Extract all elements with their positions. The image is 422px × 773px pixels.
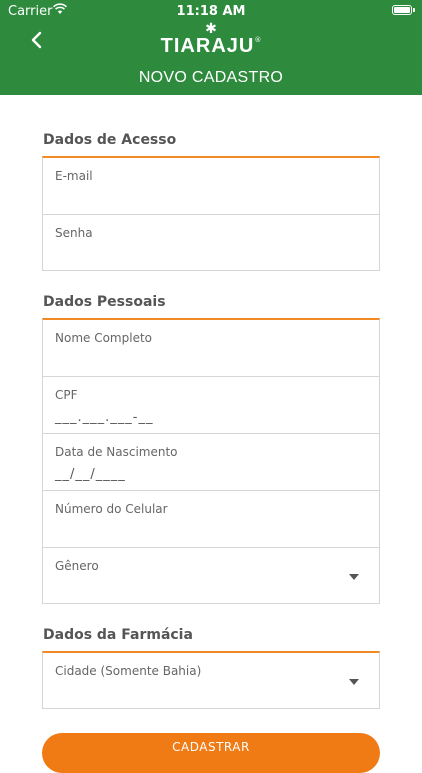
birth-date-field[interactable]: Data de Nascimento __/__/____ bbox=[43, 434, 379, 491]
app-header: Carrier 11:18 AM ✱ TIARAJU® NOVO CADASTR… bbox=[0, 0, 422, 95]
chevron-down-icon bbox=[349, 679, 359, 685]
section-title-personal: Dados Pessoais bbox=[43, 294, 166, 310]
battery-tip bbox=[413, 8, 415, 12]
battery-icon bbox=[392, 5, 412, 15]
brand-logo: ✱ TIARAJU® bbox=[0, 22, 422, 56]
pharmacy-group: Cidade (Somente Bahia) bbox=[42, 651, 380, 709]
birth-date-mask: __/__/____ bbox=[55, 467, 126, 482]
section-title-pharmacy: Dados da Farmácia bbox=[43, 627, 193, 643]
full-name-label: Nome Completo bbox=[55, 331, 152, 345]
status-bar: Carrier 11:18 AM bbox=[0, 0, 422, 22]
email-field[interactable]: E-mail bbox=[43, 158, 379, 215]
city-label: Cidade (Somente Bahia) bbox=[55, 664, 202, 678]
page-title: NOVO CADASTRO bbox=[138, 69, 284, 86]
gender-label: Gênero bbox=[55, 559, 99, 573]
submit-button[interactable]: CADASTRAR bbox=[42, 733, 380, 773]
registered-mark: ® bbox=[254, 36, 262, 44]
section-title-access: Dados de Acesso bbox=[43, 132, 177, 148]
leaf-icon: ✱ bbox=[205, 21, 217, 37]
password-field[interactable]: Senha bbox=[43, 215, 379, 272]
clock: 11:18 AM bbox=[176, 4, 246, 19]
cpf-field[interactable]: CPF ___.___.___-__ bbox=[43, 377, 379, 434]
city-select[interactable]: Cidade (Somente Bahia) bbox=[43, 653, 379, 710]
gender-select[interactable]: Gênero bbox=[43, 548, 379, 605]
access-group: E-mail Senha bbox=[42, 156, 380, 271]
chevron-down-icon bbox=[349, 574, 359, 580]
cpf-label: CPF bbox=[55, 388, 78, 402]
cpf-mask: ___.___.___-__ bbox=[55, 410, 154, 425]
password-label: Senha bbox=[55, 226, 93, 240]
email-label: E-mail bbox=[55, 169, 93, 183]
phone-label: Número do Celular bbox=[55, 502, 168, 516]
personal-group: Nome Completo CPF ___.___.___-__ Data de… bbox=[42, 318, 380, 604]
brand-name: TIARAJU bbox=[160, 35, 255, 57]
phone-field[interactable]: Número do Celular bbox=[43, 491, 379, 548]
birth-date-label: Data de Nascimento bbox=[55, 445, 178, 459]
full-name-field[interactable]: Nome Completo bbox=[43, 320, 379, 377]
